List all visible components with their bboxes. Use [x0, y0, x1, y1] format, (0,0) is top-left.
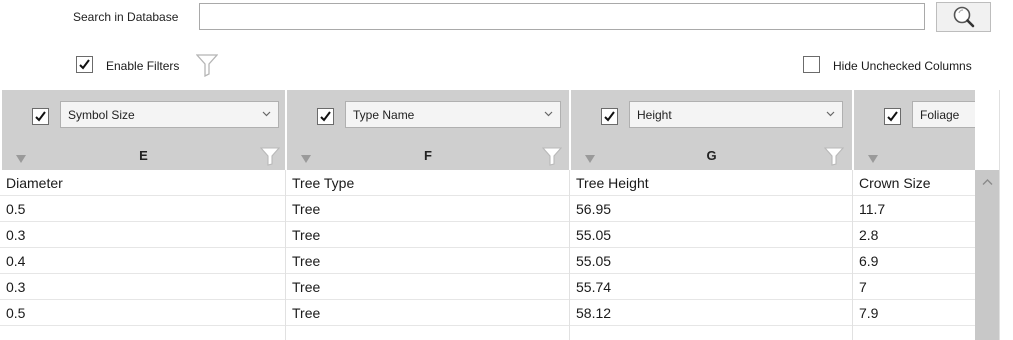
column-checkbox[interactable] — [32, 108, 49, 125]
enable-filters-label: Enable Filters — [106, 59, 180, 73]
table-cell[interactable]: Tree — [285, 196, 569, 222]
funnel-icon[interactable] — [542, 146, 562, 166]
checkmark-icon — [887, 111, 898, 122]
table-cell[interactable]: Tree — [285, 222, 569, 248]
search-label: Search in Database — [73, 10, 179, 24]
funnel-icon[interactable] — [260, 146, 280, 166]
column-letter: F — [424, 148, 432, 163]
column-checkbox[interactable] — [317, 108, 334, 125]
hide-unchecked-columns-label: Hide Unchecked Columns — [833, 59, 972, 73]
table-cell[interactable]: Tree — [285, 274, 569, 300]
table-header-cell[interactable]: Tree Type — [285, 170, 569, 196]
table-cell[interactable]: 55.05 — [569, 222, 852, 248]
column-header-e: Symbol Size E — [0, 90, 285, 170]
funnel-icon[interactable] — [824, 146, 844, 166]
table-cell[interactable]: 2.8 — [852, 222, 975, 248]
sort-triangle-icon[interactable] — [585, 155, 595, 163]
table-row[interactable]: 0.3 Tree 55.05 2.8 — [0, 222, 975, 248]
table-cell[interactable]: 7 — [852, 274, 975, 300]
checkmark-icon — [79, 59, 90, 70]
table-cell[interactable]: 0.5 — [0, 300, 285, 326]
table-cell[interactable] — [0, 326, 285, 340]
dropdown-value: Type Name — [353, 108, 415, 122]
chevron-down-icon — [826, 111, 835, 117]
table-cell[interactable]: Tree — [285, 300, 569, 326]
chevron-down-icon — [262, 111, 271, 117]
table-cell[interactable]: 55.74 — [569, 274, 852, 300]
dropdown-value: Foliage — [920, 108, 960, 122]
column-checkbox[interactable] — [884, 108, 901, 125]
table-row-partial[interactable] — [0, 326, 975, 340]
table-row[interactable]: 0.5 Tree 56.95 11.7 — [0, 196, 975, 222]
table-header-cell[interactable]: Tree Height — [569, 170, 852, 196]
table-cell[interactable]: 6.9 — [852, 248, 975, 274]
vertical-scrollbar[interactable] — [975, 170, 999, 340]
chevron-up-icon — [982, 179, 992, 185]
search-input[interactable] — [199, 3, 925, 30]
table-cell[interactable]: 0.5 — [0, 196, 285, 222]
panel-edge — [999, 90, 1013, 340]
column-letter: E — [139, 148, 148, 163]
column-header-f: Type Name F — [285, 90, 569, 170]
table-row[interactable]: 0.4 Tree 55.05 6.9 — [0, 248, 975, 274]
table-cell[interactable]: 0.3 — [0, 222, 285, 248]
column-mapping-dropdown[interactable]: Type Name — [345, 101, 561, 128]
table-cell[interactable]: Tree — [285, 248, 569, 274]
column-mapping-dropdown[interactable]: Foliage — [912, 101, 975, 128]
table-cell[interactable] — [569, 326, 852, 340]
funnel-icon[interactable] — [196, 53, 218, 77]
checkmark-icon — [35, 111, 46, 122]
table-header-row: Diameter Tree Type Tree Height Crown Siz… — [0, 170, 975, 196]
table-cell[interactable] — [285, 326, 569, 340]
table-cell[interactable]: 58.12 — [569, 300, 852, 326]
checkmark-icon — [320, 111, 331, 122]
table-cell[interactable]: 56.95 — [569, 196, 852, 222]
scroll-up-button[interactable] — [977, 172, 997, 192]
table-header-cell[interactable]: Crown Size — [852, 170, 975, 196]
sort-triangle-icon[interactable] — [868, 155, 878, 163]
search-button[interactable] — [936, 2, 991, 32]
table-cell[interactable]: 0.3 — [0, 274, 285, 300]
table-row[interactable]: 0.3 Tree 55.74 7 — [0, 274, 975, 300]
column-header-h: Foliage — [852, 90, 975, 170]
table-cell[interactable]: 7.9 — [852, 300, 975, 326]
data-grid: Symbol Size E Type Name F Height G Folia… — [0, 90, 975, 340]
table-cell[interactable]: 11.7 — [852, 196, 975, 222]
table-cell[interactable]: 0.4 — [0, 248, 285, 274]
column-header-g: Height G — [569, 90, 852, 170]
table-row[interactable]: 0.5 Tree 58.12 7.9 — [0, 300, 975, 326]
chevron-down-icon — [544, 111, 553, 117]
column-mapping-dropdown[interactable]: Height — [629, 101, 843, 128]
column-letter: G — [706, 148, 717, 163]
dropdown-value: Height — [637, 108, 672, 122]
column-checkbox[interactable] — [601, 108, 618, 125]
table-cell[interactable]: 55.05 — [569, 248, 852, 274]
hide-unchecked-columns-checkbox[interactable] — [803, 56, 820, 73]
dropdown-value: Symbol Size — [68, 108, 135, 122]
table-cell[interactable] — [852, 326, 975, 340]
table-header-cell[interactable]: Diameter — [0, 170, 285, 196]
enable-filters-checkbox[interactable] — [76, 56, 93, 73]
column-mapping-dropdown[interactable]: Symbol Size — [60, 101, 279, 128]
checkmark-icon — [604, 111, 615, 122]
sort-triangle-icon[interactable] — [16, 155, 26, 163]
sort-triangle-icon[interactable] — [301, 155, 311, 163]
search-icon — [953, 6, 974, 28]
